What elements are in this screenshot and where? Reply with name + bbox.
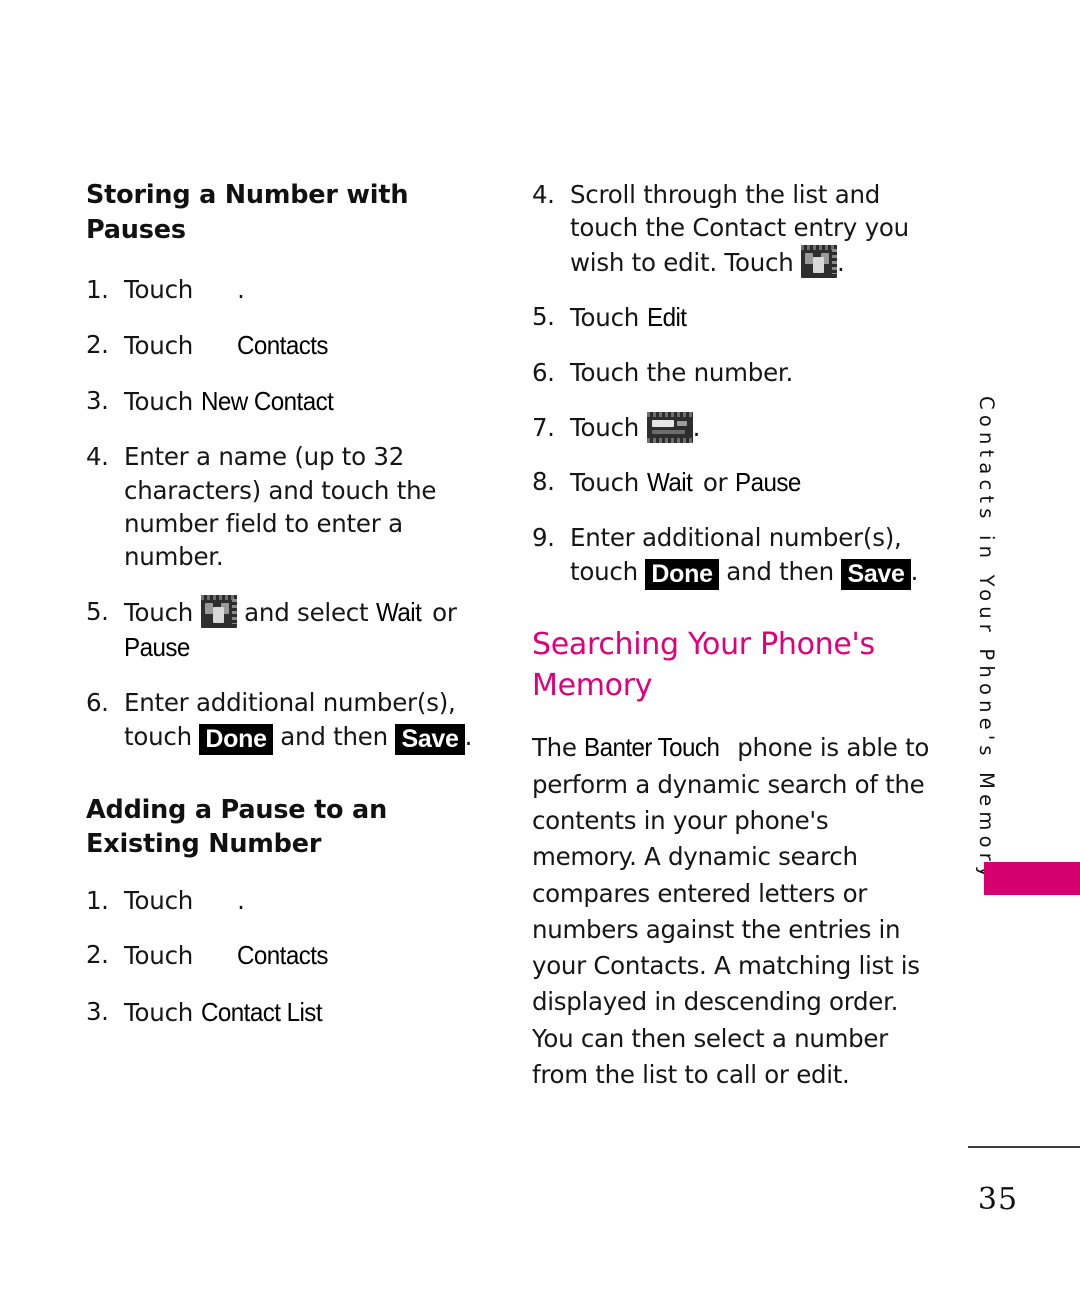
step-text-tail: .: [237, 886, 245, 915]
step-text: Scroll through the list and touch the Co…: [570, 180, 909, 277]
step-text: Enter a name (up to 32 characters) and t…: [124, 442, 437, 572]
product-name-banter-touch: Banter Touch: [584, 732, 720, 763]
step-item: 6. Enter additional number(s), touch Done…: [86, 686, 498, 755]
ui-label-new-contact: New Contact: [200, 386, 334, 417]
step-text-tail: .: [692, 412, 701, 442]
step-number: 6.: [532, 358, 555, 388]
step-number: 2.: [86, 329, 109, 359]
side-tab-accent-block: [984, 862, 1080, 895]
step-text-conj: or: [702, 467, 728, 497]
step-item: 1. Touch.: [86, 273, 498, 306]
heading-adding-a-pause-to-an-existing-number: Adding a Pause to an Existing Number: [86, 794, 388, 860]
step-number: 1.: [86, 886, 109, 915]
key-save: Save: [395, 723, 465, 755]
step-text-conj: or: [432, 597, 457, 627]
step-item: 4. Scroll through the list and touch the …: [532, 178, 932, 279]
step-number: 8.: [532, 466, 555, 496]
key-done: Done: [645, 558, 719, 590]
missing-icon-placeholder: [193, 344, 237, 354]
paragraph-lead: The: [532, 733, 577, 763]
steps-adding-a-pause-continued: 4. Scroll through the list and touch the …: [532, 178, 932, 590]
step-number: 1.: [86, 275, 109, 305]
step-item: 4. Enter a name (up to 32 characters) and…: [86, 440, 498, 573]
step-item: 3. Touch New Contact: [86, 384, 498, 419]
step-item: 9. Enter additional number(s), touch Done…: [532, 521, 932, 590]
step-text: Touch: [124, 997, 194, 1027]
contacts-screen-thumbnail-icon: [801, 244, 838, 278]
step-text: Touch: [570, 412, 640, 442]
left-column: Storing a Number with Pauses 1. Touch. 2.…: [86, 178, 498, 1030]
right-column: 4. Scroll through the list and touch the …: [532, 178, 932, 1093]
missing-icon-placeholder: [193, 288, 237, 298]
step-item: 8. Touch Wait or Pause: [532, 465, 932, 500]
manual-page: Storing a Number with Pauses 1. Touch. 2.…: [0, 0, 1080, 1295]
step-text: Touch: [124, 330, 194, 360]
step-number: 3.: [86, 996, 109, 1026]
steps-storing-a-number: 1. Touch. 2. Touch Contacts 3. Touch New Con…: [86, 273, 498, 755]
step-text: Touch: [570, 467, 640, 497]
step-text: Touch the number.: [570, 358, 794, 388]
missing-icon-placeholder: [193, 899, 237, 909]
footer-divider: [968, 1146, 1080, 1148]
step-text: Touch: [124, 941, 194, 971]
menu-screen-thumbnail-icon: [646, 411, 693, 443]
ui-label-pause: Pause: [734, 466, 801, 497]
heading-storing-a-number-with-pauses: Storing a Number with Pauses: [86, 180, 409, 245]
side-tab-label: Contacts in Your Phone's Memory: [975, 396, 998, 883]
page-number: 35: [977, 1182, 1019, 1217]
step-item: 1. Touch.: [86, 884, 498, 917]
step-number: 2.: [86, 940, 109, 970]
ui-label-edit: Edit: [646, 301, 687, 332]
step-number: 9.: [532, 523, 555, 553]
step-text-tail: .: [837, 247, 845, 277]
step-text: Touch: [124, 275, 194, 305]
step-text: Touch: [124, 597, 194, 627]
step-text: Touch: [124, 387, 194, 417]
step-text-mid: and then: [726, 556, 834, 586]
key-save: Save: [841, 558, 911, 590]
step-text: Touch: [124, 886, 194, 915]
step-text-tail: .: [464, 721, 473, 751]
step-text: Touch: [570, 302, 640, 332]
step-item: 2. Touch Contacts: [86, 938, 498, 973]
ui-label-contact-list: Contact List: [200, 996, 323, 1027]
step-number: 4.: [86, 442, 109, 472]
missing-icon-placeholder: [193, 954, 237, 964]
step-number: 6.: [86, 688, 109, 718]
paragraph-rest: phone is able to perform a dynamic searc…: [532, 733, 930, 1089]
step-text-tail: .: [237, 275, 245, 305]
steps-adding-a-pause: 1. Touch. 2. Touch Contacts 3. Touch Contact…: [86, 884, 498, 1030]
section-heading-searching-your-phones-memory: Searching Your Phone's Memory: [532, 626, 875, 703]
body-paragraph: The Banter Touch phone is able to perfor…: [532, 728, 932, 1093]
step-text-mid: and then: [280, 721, 388, 751]
step-item: 2. Touch Contacts: [86, 328, 498, 363]
step-text-mid: and select: [244, 597, 369, 627]
step-item: 6. Touch the number.: [532, 356, 932, 389]
ui-label-contacts: Contacts: [237, 329, 329, 360]
ui-label-pause: Pause: [124, 631, 190, 662]
step-item: 3. Touch Contact List: [86, 995, 498, 1030]
step-item: 5. Touch and select Wait or Pause: [86, 594, 498, 666]
ui-label-contacts: Contacts: [237, 940, 329, 971]
step-item: 5. Touch Edit: [532, 300, 932, 335]
step-number: 5.: [86, 596, 109, 626]
key-done: Done: [199, 723, 273, 755]
step-number: 4.: [532, 180, 555, 209]
ui-label-wait: Wait: [375, 596, 422, 627]
step-number: 3.: [86, 386, 109, 416]
step-text-tail: .: [910, 556, 919, 586]
ui-label-wait: Wait: [646, 466, 693, 497]
step-number: 5.: [532, 301, 555, 331]
step-item: 7. Touch .: [532, 411, 932, 444]
contacts-screen-thumbnail-icon: [200, 594, 237, 628]
step-number: 7.: [532, 412, 555, 442]
